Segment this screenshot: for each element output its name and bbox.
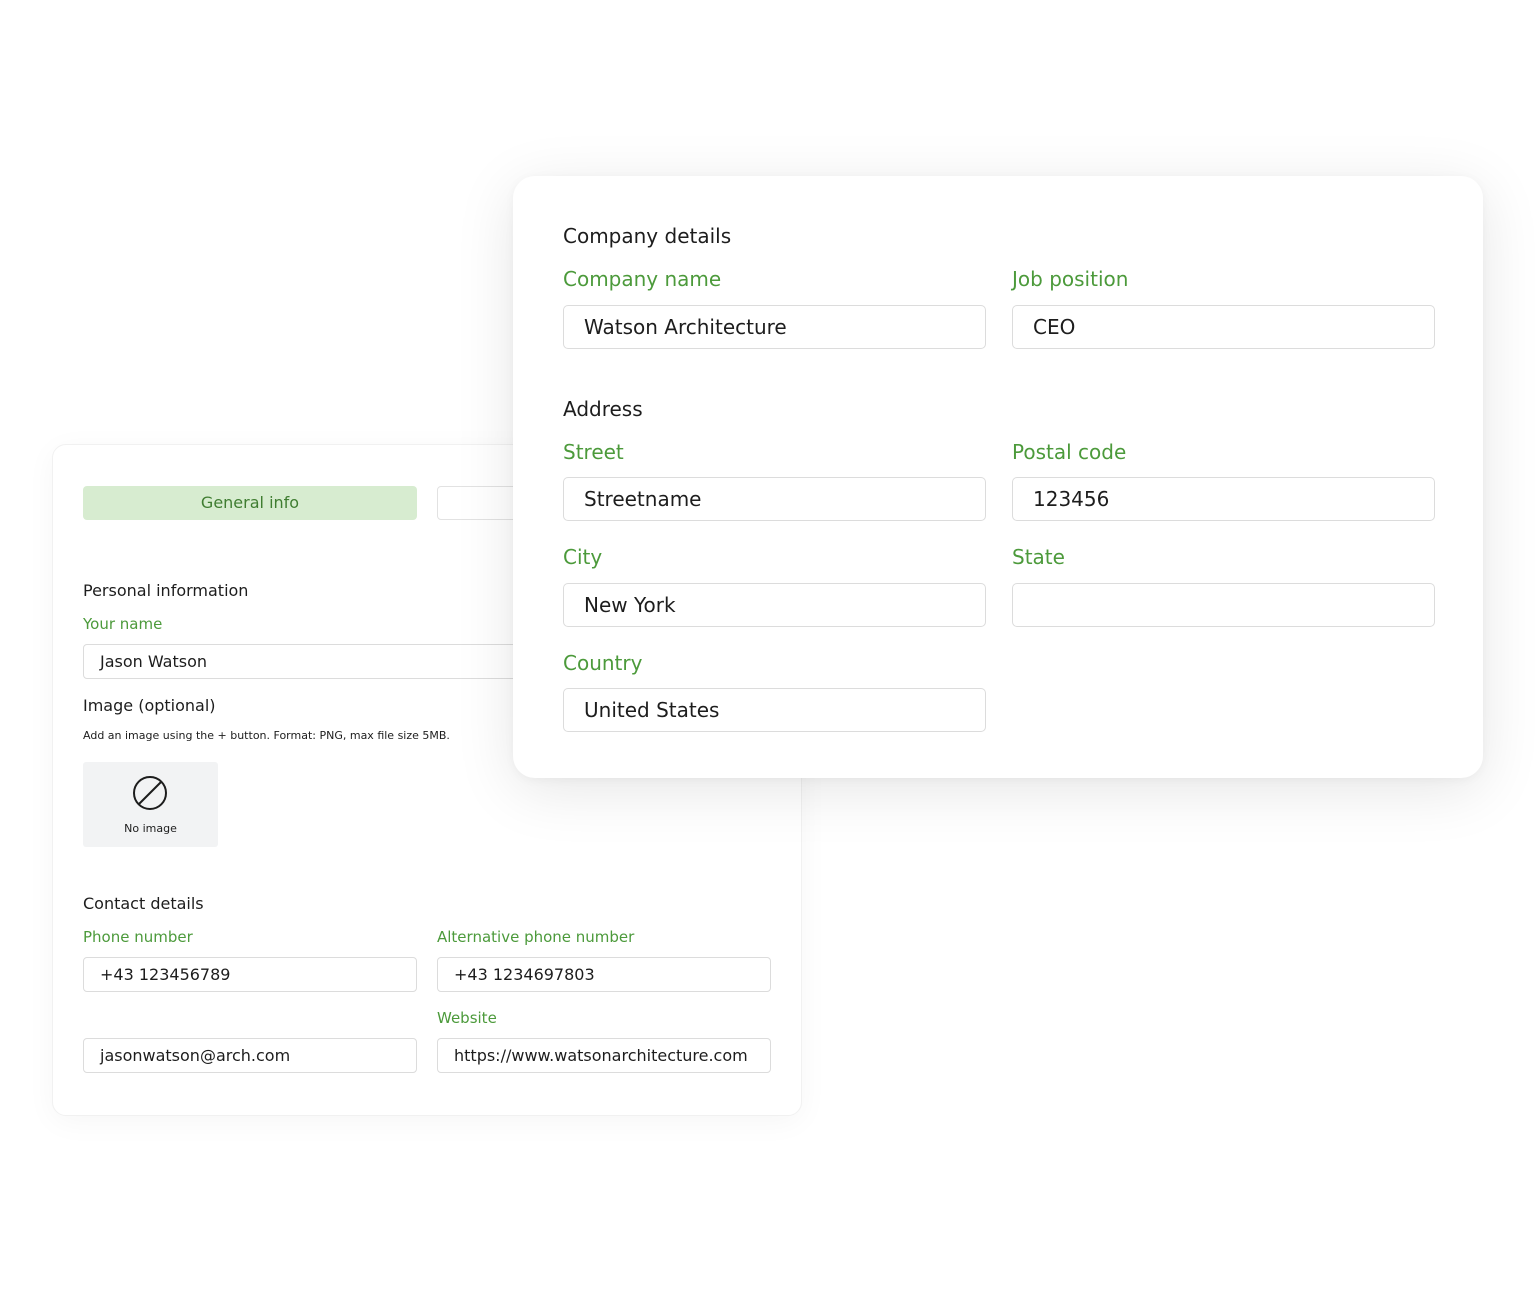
contact-details-heading: Contact details [83, 894, 204, 913]
no-image-label: No image [124, 822, 177, 835]
image-hint: Add an image using the + button. Format:… [83, 729, 450, 742]
website-label: Website [437, 1009, 497, 1027]
company-details-card: Company details Company name Watson Arch… [513, 176, 1483, 778]
street-label: Street [563, 440, 624, 464]
company-name-label: Company name [563, 267, 722, 291]
postal-code-label: Postal code [1012, 440, 1127, 464]
phone-input[interactable]: +43 123456789 [83, 957, 417, 992]
postal-code-input[interactable]: 123456 [1012, 477, 1435, 521]
job-position-input[interactable]: CEO [1012, 305, 1435, 349]
no-image-icon [133, 776, 167, 810]
image-placeholder[interactable]: No image [83, 762, 218, 847]
phone-label: Phone number [83, 928, 193, 946]
street-input[interactable]: Streetname [563, 477, 986, 521]
alt-phone-label: Alternative phone number [437, 928, 635, 946]
company-details-heading: Company details [563, 224, 732, 248]
state-input[interactable] [1012, 583, 1435, 627]
company-name-input[interactable]: Watson Architecture [563, 305, 986, 349]
job-position-label: Job position [1012, 267, 1129, 291]
alt-phone-input[interactable]: +43 1234697803 [437, 957, 771, 992]
country-input[interactable]: United States [563, 688, 986, 732]
email-input[interactable]: jasonwatson@arch.com [83, 1038, 417, 1073]
website-input[interactable]: https://www.watsonarchitecture.com [437, 1038, 771, 1073]
your-name-label: Your name [83, 615, 163, 633]
city-input[interactable]: New York [563, 583, 986, 627]
country-label: Country [563, 651, 643, 675]
tab-general-info[interactable]: General info [83, 486, 417, 520]
personal-info-heading: Personal information [83, 581, 249, 600]
address-heading: Address [563, 397, 643, 421]
city-label: City [563, 545, 603, 569]
state-label: State [1012, 545, 1065, 569]
image-heading: Image (optional) [83, 696, 216, 715]
